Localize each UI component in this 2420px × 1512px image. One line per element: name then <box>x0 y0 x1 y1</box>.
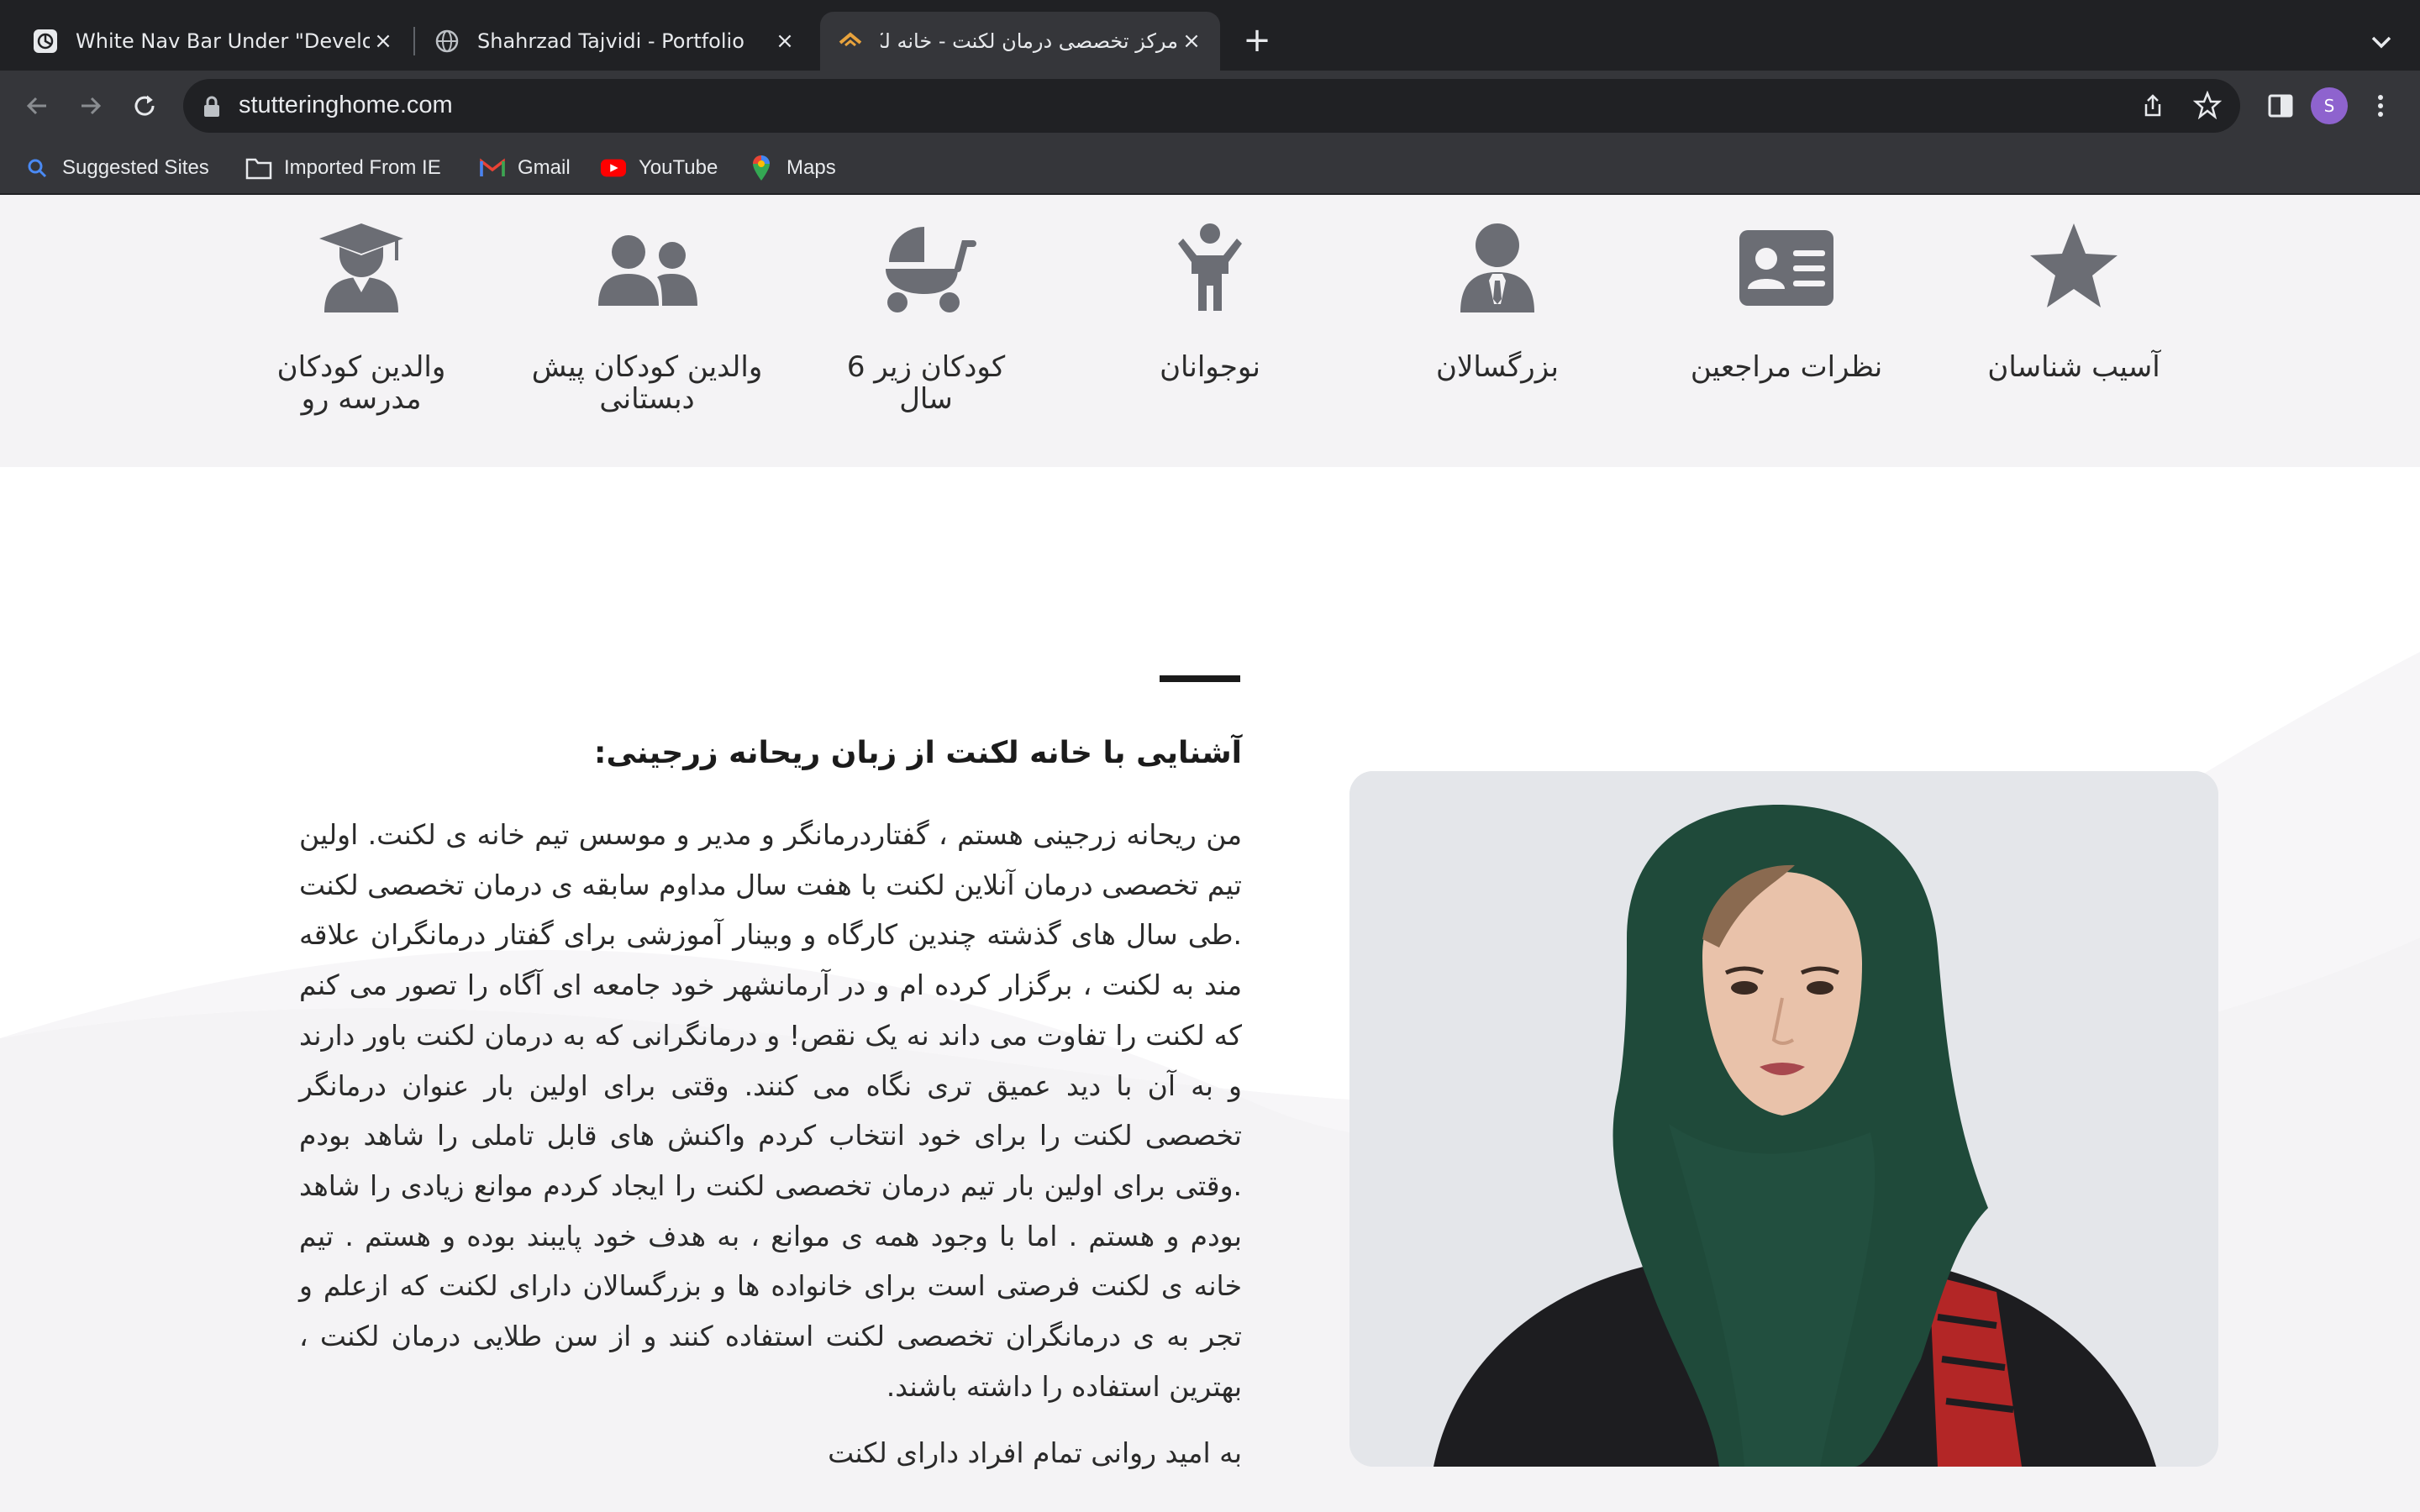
tab-title: مرکز تخصصی درمان لکنت - خانه لکنت <box>881 29 1178 53</box>
tab-chatgpt[interactable]: White Nav Bar Under "Develop × <box>0 12 412 71</box>
bookmark-youtube[interactable]: YouTube <box>600 151 718 185</box>
bookmark-label: YouTube <box>639 156 718 179</box>
bookmark-imported-from-ie[interactable]: Imported From IE <box>245 151 441 185</box>
bookmark-maps[interactable]: Maps <box>748 151 836 185</box>
close-tab-icon[interactable]: × <box>771 28 798 55</box>
lock-icon[interactable] <box>202 96 222 118</box>
folder-icon <box>245 155 272 181</box>
bookmark-label: Maps <box>786 156 836 179</box>
side-panel-icon[interactable] <box>2262 87 2299 124</box>
youtube-icon <box>600 155 627 181</box>
bookmark-star-icon[interactable] <box>2192 90 2223 120</box>
star-icon <box>2022 222 2126 314</box>
maps-pin-icon <box>748 155 775 181</box>
service-label: کودکان زیر 6 سال <box>846 350 1006 416</box>
tab-stutteringhome[interactable]: مرکز تخصصی درمان لکنت - خانه لکنت × <box>820 12 1220 71</box>
id-card-icon <box>1734 222 1839 314</box>
bookmark-suggested-sites[interactable]: Suggested Sites <box>24 151 209 185</box>
service-label: نوجوانان <box>1160 350 1260 384</box>
back-button[interactable] <box>18 87 55 124</box>
close-tab-icon[interactable]: × <box>1178 28 1205 55</box>
heading-divider <box>1160 675 1240 682</box>
bookmarks-bar: Suggested Sites Imported From IE Gmail Y… <box>0 141 2420 195</box>
stutteringhome-icon <box>837 28 864 55</box>
users-icon <box>595 222 699 314</box>
bookmark-label: Imported From IE <box>284 156 441 179</box>
service-label: والدین کودکان پیش دبستانی <box>531 350 763 416</box>
chatgpt-icon <box>32 28 59 55</box>
more-menu-icon[interactable] <box>2368 87 2393 124</box>
profile-avatar[interactable]: S <box>2311 87 2348 124</box>
service-label: نظرات مراجعین <box>1690 350 1883 384</box>
bookmark-label: Gmail <box>518 156 571 179</box>
globe-icon <box>434 28 460 55</box>
about-closing-line: به امید روانی تمام افراد دارای لکنت <box>828 1436 1242 1469</box>
baby-carriage-icon <box>874 222 978 314</box>
service-label: آسیب شناسان <box>1987 350 2160 384</box>
child-icon <box>1158 222 1262 314</box>
forward-button[interactable] <box>72 87 109 124</box>
about-section: آشنایی با خانه لکنت از زبان ریحانه زرجین… <box>0 467 2420 1512</box>
close-tab-icon[interactable]: × <box>370 28 397 55</box>
address-bar[interactable]: stutteringhome.com <box>183 79 2240 133</box>
tab-search-chevron-icon[interactable] <box>2365 25 2398 59</box>
user-tie-icon <box>1445 222 1549 314</box>
new-tab-button[interactable]: + <box>1239 22 1276 59</box>
bookmark-label: Suggested Sites <box>62 156 209 179</box>
services-section: آسیب شناسان نظرات مراجعین بزرگسالان نوجو… <box>0 195 2420 467</box>
tab-title: White Nav Bar Under "Develop <box>76 29 370 53</box>
service-label: بزرگسالان <box>1436 350 1559 384</box>
about-heading: آشنایی با خانه لکنت از زبان ریحانه زرجین… <box>594 736 1242 770</box>
browser-toolbar: stutteringhome.com S <box>0 71 2420 141</box>
tab-title: Shahrzad Tajvidi - Portfolio <box>477 29 744 53</box>
founder-photo <box>1349 771 2218 1467</box>
about-paragraph: من ریحانه زرجینی هستم ، گفتاردرمانگر و م… <box>299 818 1242 1403</box>
tab-portfolio[interactable]: Shahrzad Tajvidi - Portfolio × <box>402 12 813 71</box>
bookmark-gmail[interactable]: Gmail <box>479 151 571 185</box>
reload-button[interactable] <box>126 87 163 124</box>
share-icon[interactable] <box>2139 92 2166 119</box>
url-text[interactable]: stutteringhome.com <box>239 92 453 119</box>
gmail-icon <box>479 155 506 181</box>
browser-tab-strip: White Nav Bar Under "Develop × Shahrzad … <box>0 0 2420 71</box>
user-graduate-icon <box>309 222 413 314</box>
search-icon <box>24 155 50 181</box>
service-label: والدین کودکان مدرسه رو <box>276 350 446 416</box>
